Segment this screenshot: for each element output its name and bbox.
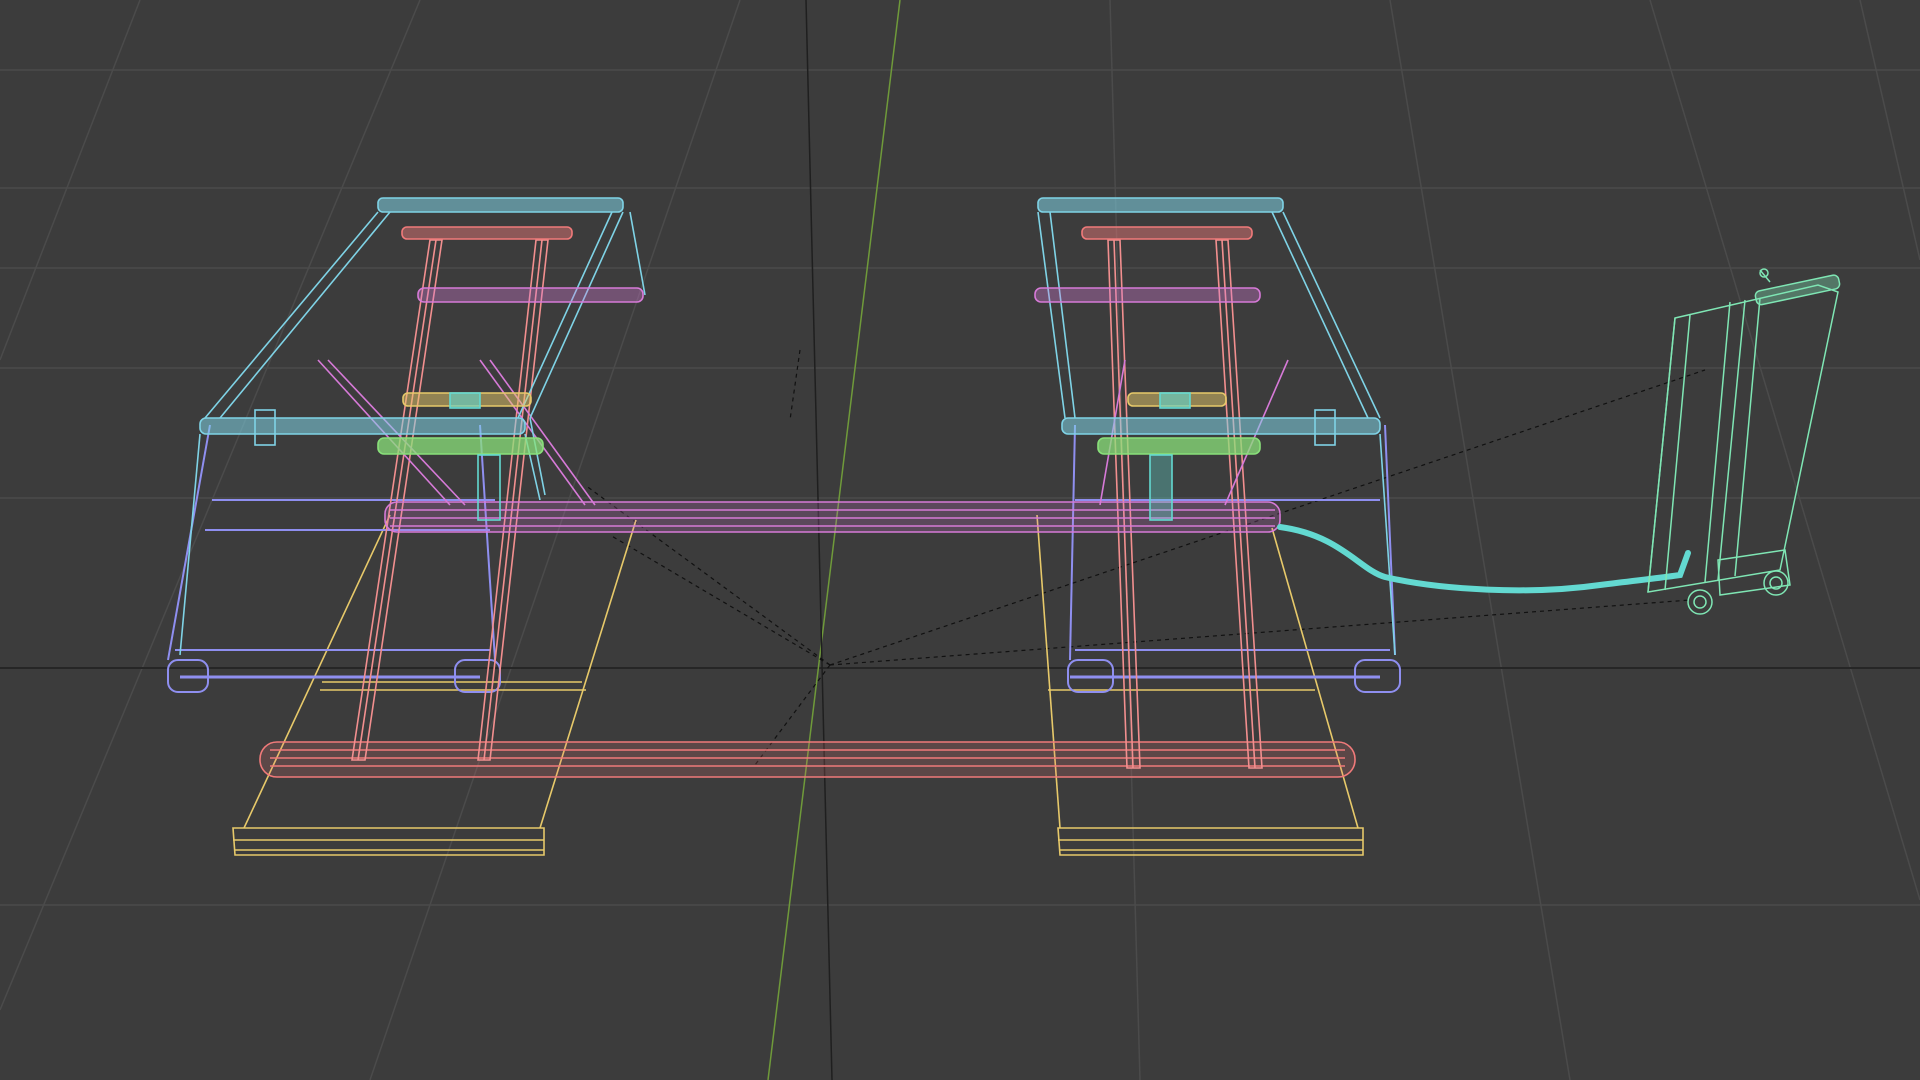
- axis-lines: [0, 0, 1920, 1080]
- left-top-frame[interactable]: [179, 197, 646, 656]
- guide-lines: [584, 349, 1706, 766]
- hinge-bars[interactable]: [401, 226, 1253, 240]
- pump-wheel-right: [1763, 570, 1789, 596]
- hydraulic-hose[interactable]: [1277, 524, 1691, 594]
- bottom-crossbar[interactable]: [259, 741, 1356, 778]
- z-axis-line: [805, 0, 833, 1080]
- base-rollers[interactable]: [167, 424, 1401, 693]
- right-ground-plate[interactable]: [1036, 514, 1364, 856]
- pump-wheel-left: [1687, 589, 1713, 615]
- 3d-viewport[interactable]: [0, 0, 1920, 1080]
- y-axis-line: [767, 0, 901, 1080]
- pump-unit[interactable]: [1647, 268, 1841, 615]
- top-shafts[interactable]: [417, 287, 1261, 303]
- wireframe-scene[interactable]: [0, 0, 1920, 1080]
- right-top-frame[interactable]: [1037, 197, 1396, 656]
- floor-grid: [0, 0, 1920, 1080]
- left-ground-plate[interactable]: [232, 514, 637, 856]
